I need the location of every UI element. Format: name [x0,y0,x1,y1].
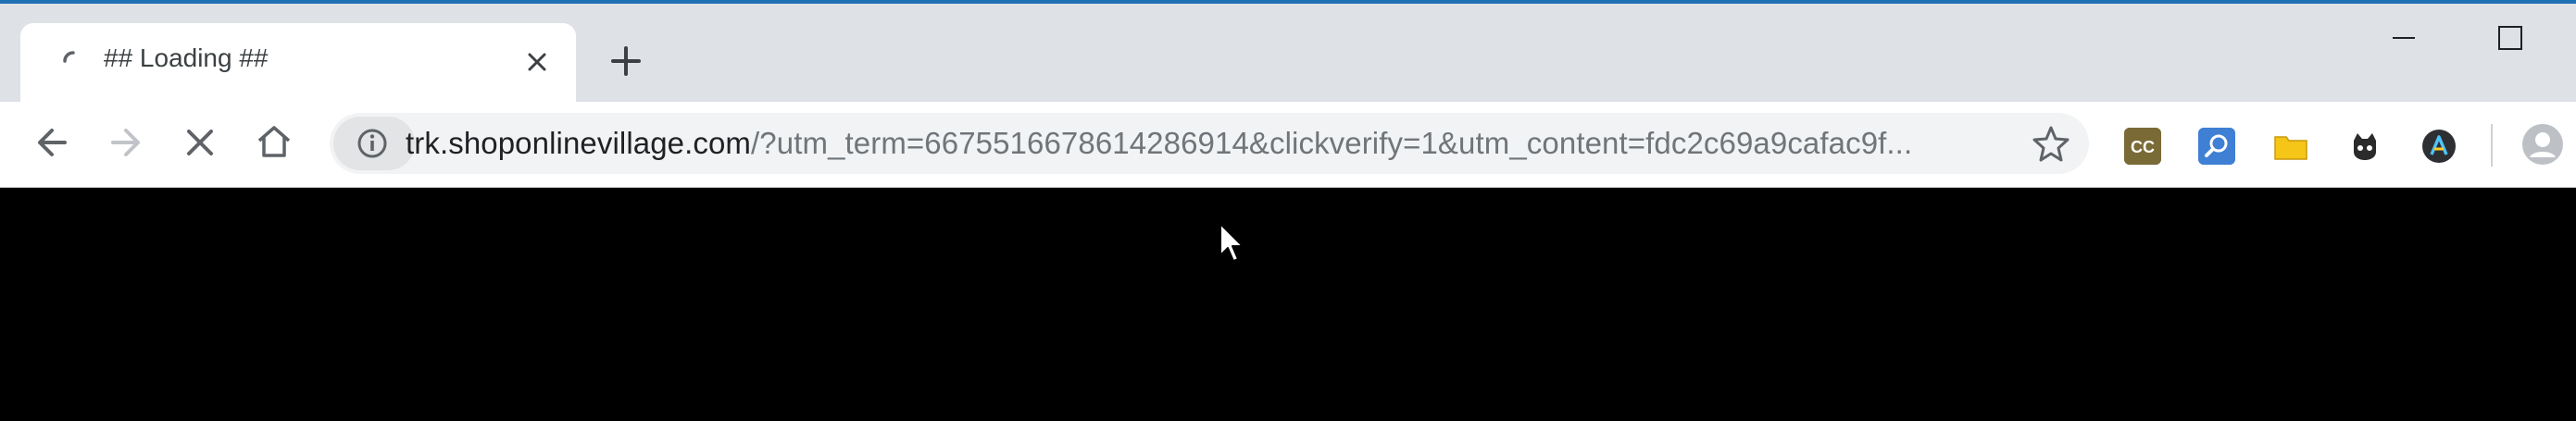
cc-extension-icon[interactable]: CC [2124,128,2161,165]
cat-extension-icon[interactable] [2346,128,2383,165]
svg-text:CC: CC [2131,138,2155,156]
minimize-icon[interactable] [2376,15,2432,61]
a-extension-icon[interactable] [2420,128,2457,165]
toolbar-divider [2491,124,2493,167]
address-bar[interactable]: trk.shoponlinevillage.com/?utm_term=6675… [330,113,2089,174]
tab-title: ## Loading ## [104,43,269,72]
tab-active[interactable]: ## Loading ## [20,23,576,102]
page-content [0,188,2576,421]
plus-icon[interactable] [606,41,646,81]
forward-arrow-icon[interactable] [104,120,148,165]
window-top-edge [0,0,2576,4]
profile-avatar-icon[interactable] [2520,122,2565,167]
stop-x-icon[interactable] [178,120,222,165]
browser-toolbar: trk.shoponlinevillage.com/?utm_term=6675… [0,102,2576,188]
mouse-cursor-icon [1219,223,1244,262]
url-host: trk.shoponlinevillage.com [406,126,752,160]
maximize-icon[interactable] [2482,15,2537,61]
tab-strip: ## Loading ## [0,0,2576,102]
home-icon[interactable] [252,120,296,165]
loading-spinner-icon [63,51,75,63]
close-icon[interactable] [520,45,554,79]
star-icon[interactable] [2030,122,2072,165]
browser-window: ## Loading ## trk.shoponlinevillage.com/… [0,0,2576,421]
info-icon [357,129,387,158]
search-extension-icon[interactable] [2198,128,2235,165]
folder-extension-icon[interactable] [2272,128,2309,165]
site-info-button[interactable] [333,117,415,170]
url-text[interactable]: trk.shoponlinevillage.com/?utm_term=6675… [406,126,2017,161]
back-arrow-icon[interactable] [30,120,74,165]
url-path: /?utm_term=6675516678614286914&clickveri… [751,126,1913,160]
